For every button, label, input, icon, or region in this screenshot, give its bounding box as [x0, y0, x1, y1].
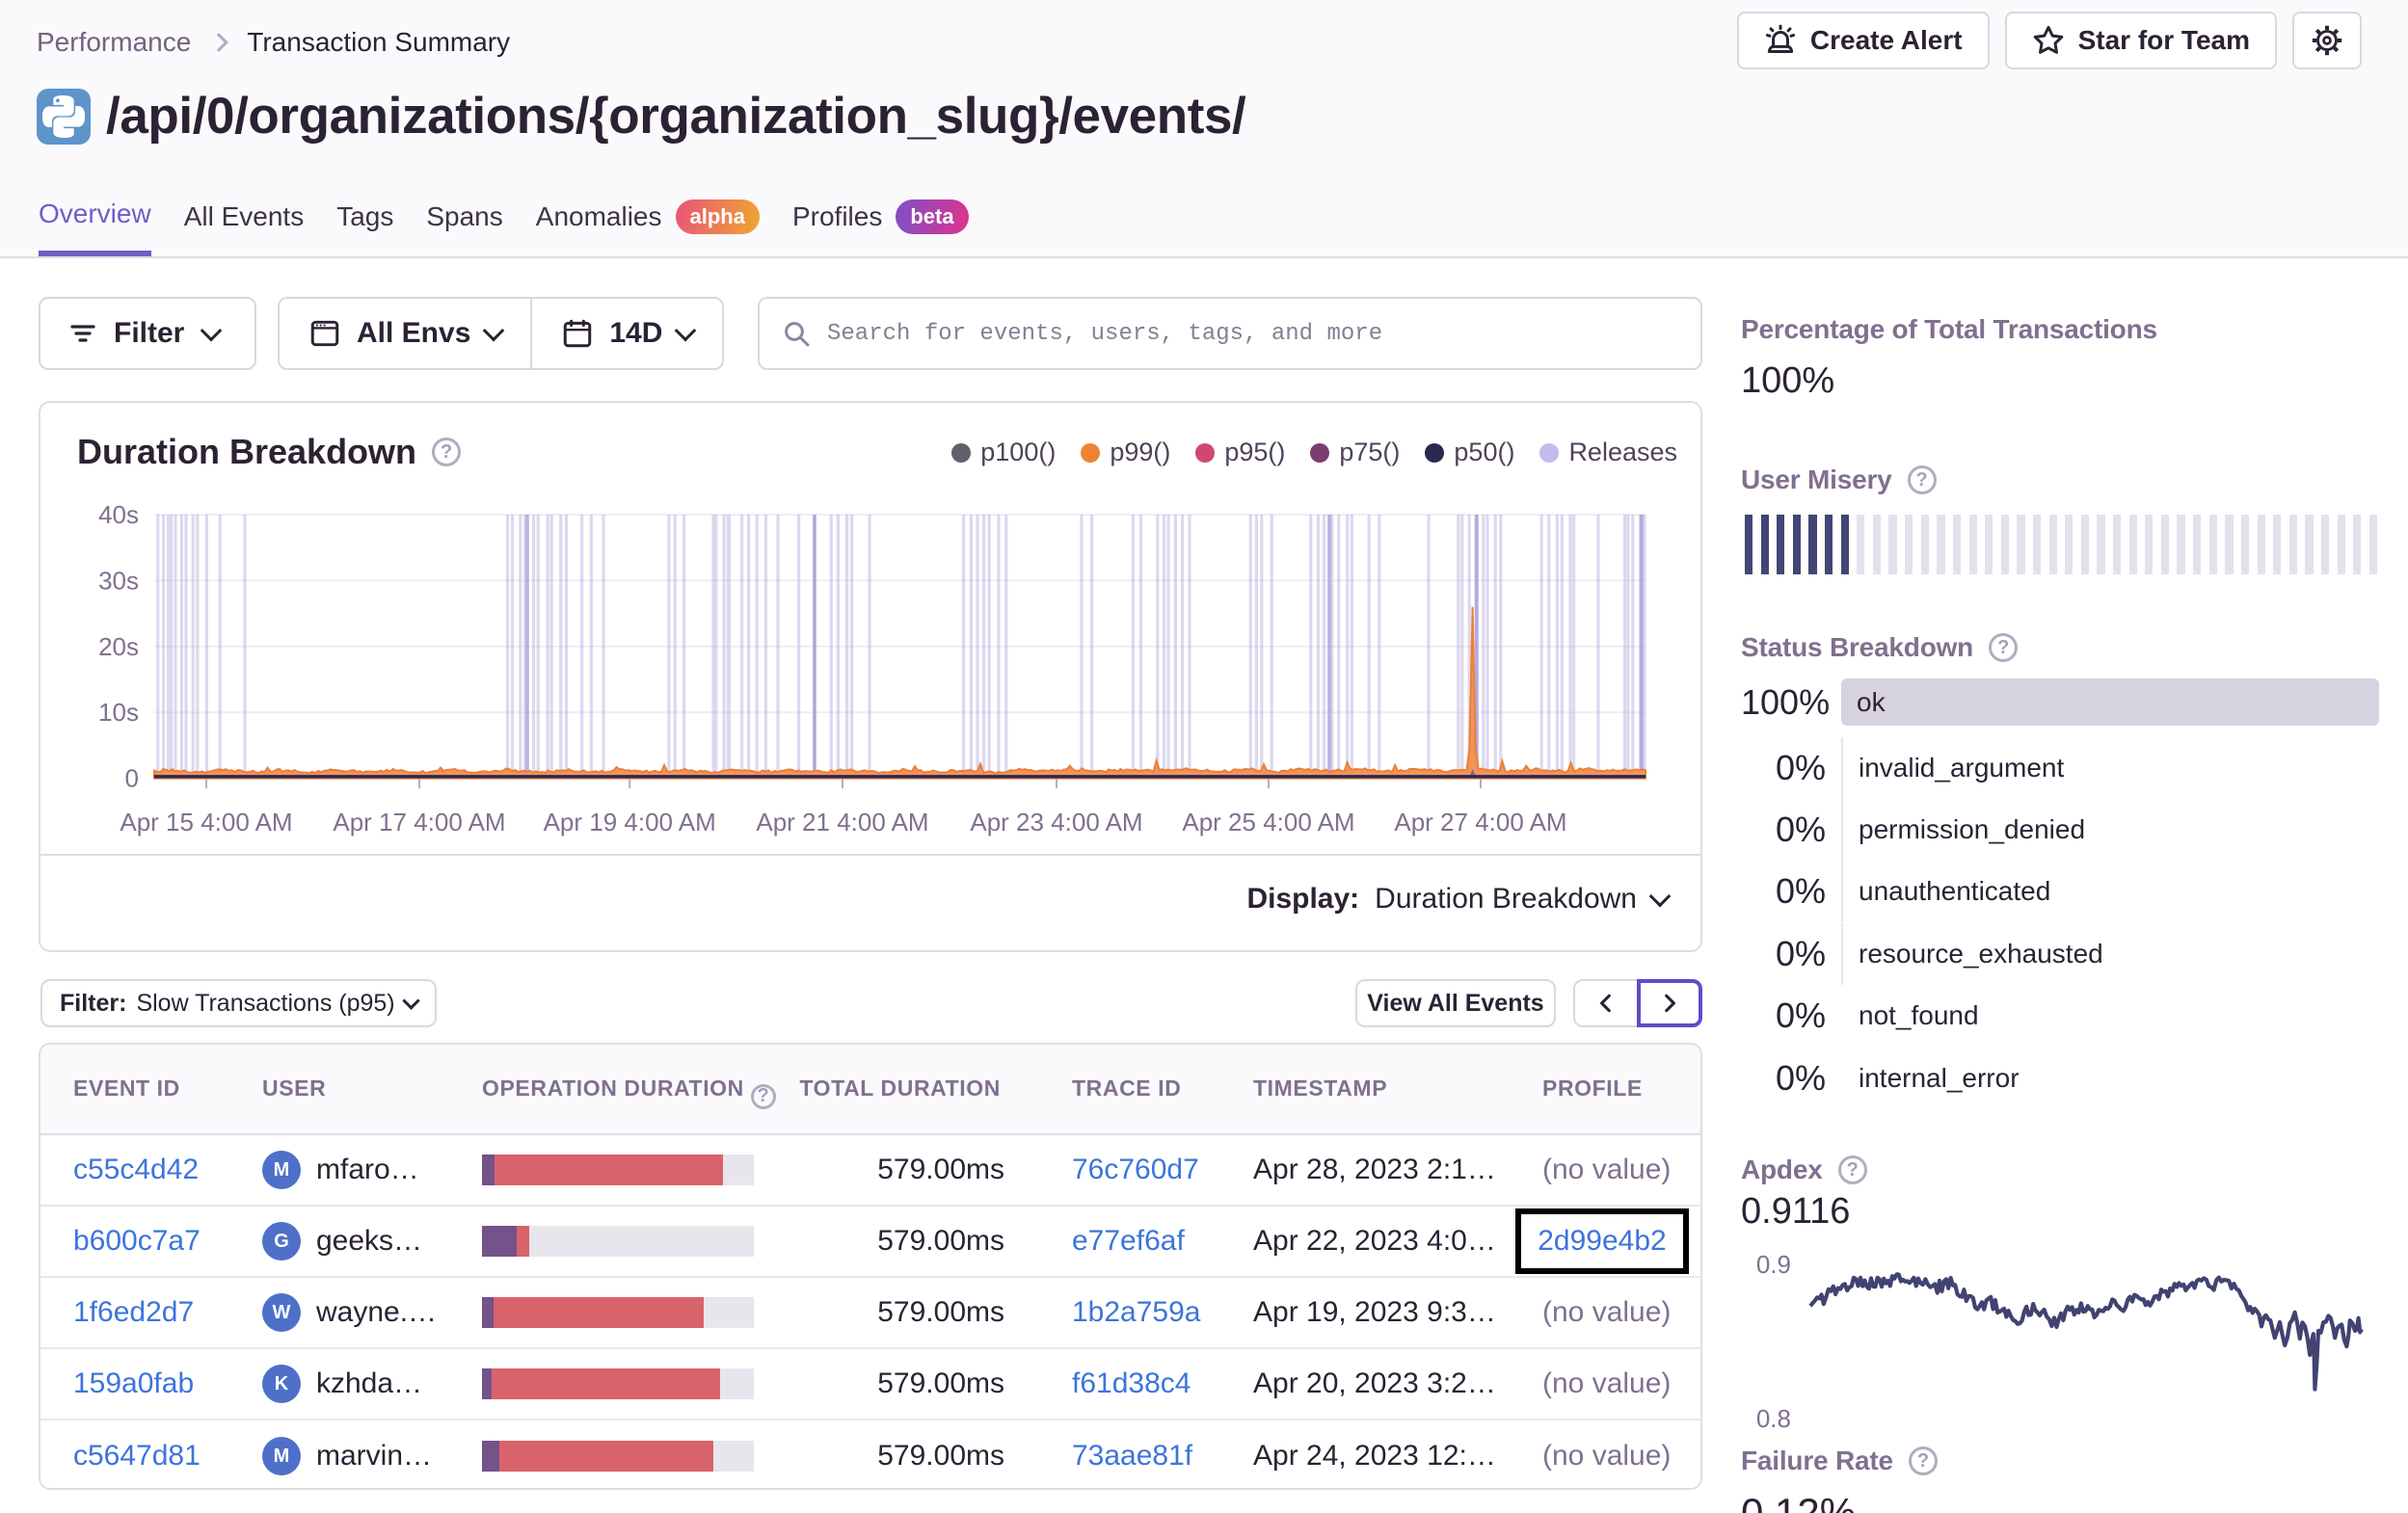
svg-text:Apr 21 4:00 AM: Apr 21 4:00 AM — [756, 808, 928, 836]
svg-text:Apr 25 4:00 AM: Apr 25 4:00 AM — [1182, 808, 1354, 836]
svg-text:Apr 15 4:00 AM: Apr 15 4:00 AM — [120, 808, 292, 836]
svg-text:Apr 27 4:00 AM: Apr 27 4:00 AM — [1394, 808, 1566, 836]
svg-text:10s: 10s — [98, 698, 139, 727]
svg-text:20s: 20s — [98, 632, 139, 661]
svg-text:30s: 30s — [98, 566, 139, 595]
svg-text:Apr 19 4:00 AM: Apr 19 4:00 AM — [544, 808, 716, 836]
svg-text:0.9: 0.9 — [1756, 1250, 1791, 1279]
svg-text:0: 0 — [125, 764, 139, 793]
svg-text:Apr 17 4:00 AM: Apr 17 4:00 AM — [333, 808, 505, 836]
svg-text:Apr 23 4:00 AM: Apr 23 4:00 AM — [970, 808, 1142, 836]
svg-text:0.8: 0.8 — [1756, 1404, 1791, 1433]
svg-text:40s: 40s — [98, 500, 139, 529]
